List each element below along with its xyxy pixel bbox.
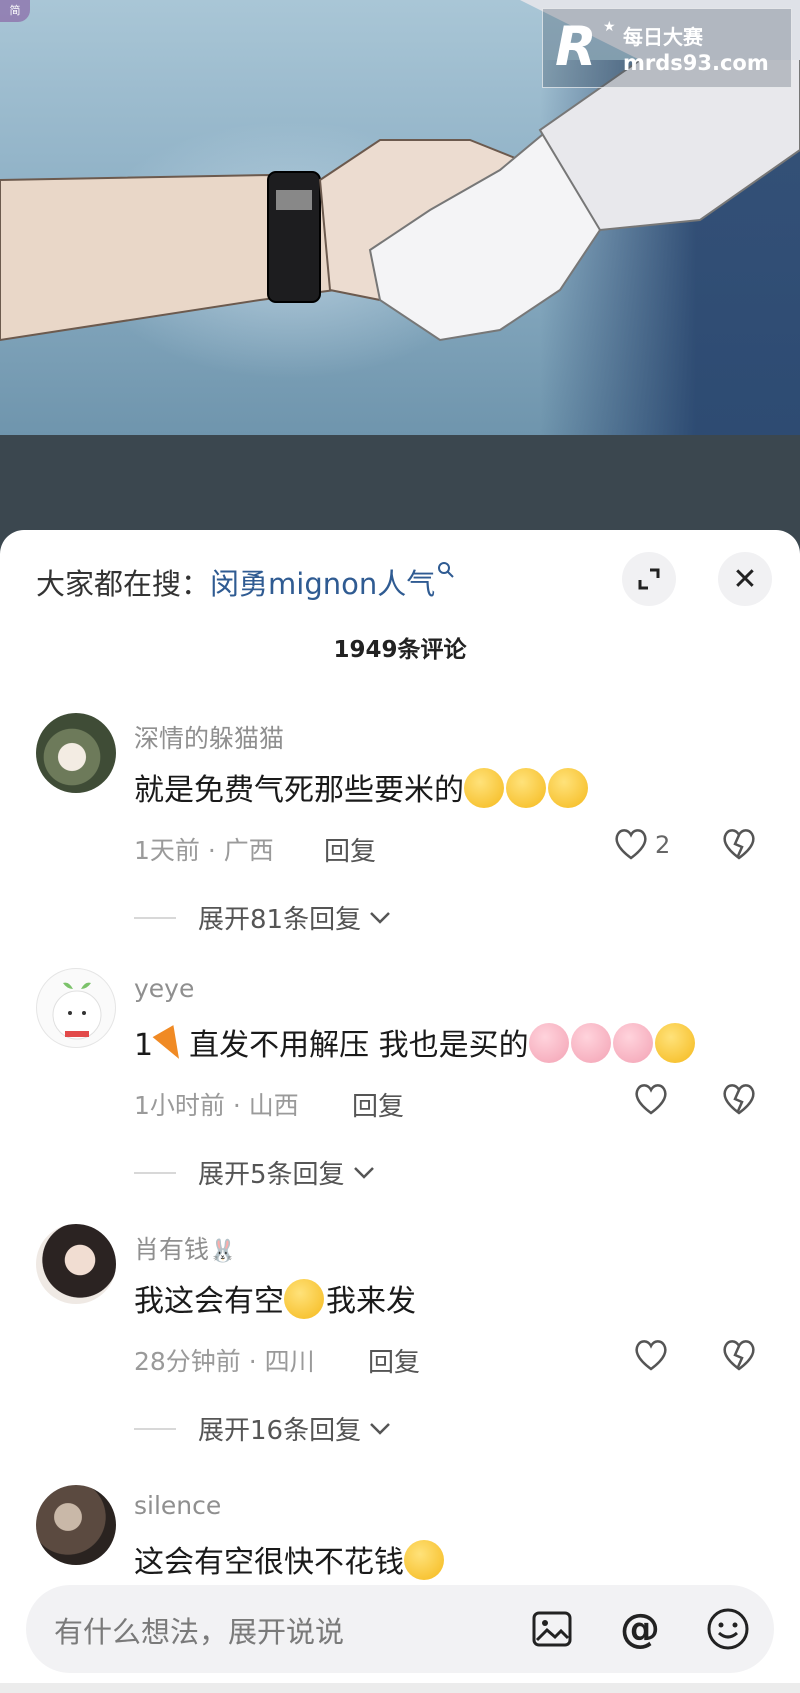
- site-watermark: R ★ 每日大赛 mrds93.com: [542, 8, 792, 88]
- comment-text-part: 1: [134, 1028, 154, 1063]
- carrot-emoji-icon: [152, 1025, 190, 1065]
- broken-heart-icon[interactable]: [720, 825, 758, 863]
- comment-text-part: 直发不用解压 我也是买的: [189, 1028, 529, 1063]
- corner-badge: 简: [0, 0, 30, 22]
- watermark-url: mrds93.com: [623, 51, 769, 75]
- comment-text: 这会有空很快不花钱: [134, 1537, 446, 1581]
- pig-emoji-icon: [570, 1023, 611, 1063]
- expand-replies-button[interactable]: 展开81条回复: [134, 899, 391, 936]
- comment-text: 我这会有空 我来发: [134, 1276, 416, 1320]
- heart-icon[interactable]: [632, 1336, 670, 1374]
- like-count: 2: [655, 831, 671, 859]
- watermark-logo: R: [555, 15, 597, 78]
- smile-emoji-icon: [548, 768, 588, 808]
- divider-line: [134, 916, 176, 919]
- expand-replies-text: 展开5条回复: [198, 1160, 345, 1190]
- broken-heart-icon[interactable]: [720, 1336, 758, 1374]
- comment-text-part: 就是免费气死那些要米的: [134, 773, 464, 808]
- blushing-emoji-icon: [284, 1279, 324, 1319]
- heart-icon[interactable]: [612, 825, 650, 863]
- comment-item: silence 这会有空很快不花钱: [0, 1485, 800, 1595]
- watermark-site-name: 每日大赛: [623, 25, 703, 49]
- close-button[interactable]: ✕: [718, 552, 772, 606]
- expand-icon: [638, 568, 660, 590]
- comment-count: 1949条评论: [333, 637, 467, 663]
- expand-replies-button[interactable]: 展开16条回复: [134, 1410, 391, 1447]
- comment-input-placeholder: 有什么想法，展开说说: [54, 1615, 345, 1649]
- comment-username[interactable]: 深情的躲猫猫: [134, 719, 284, 755]
- pig-emoji-icon: [528, 1023, 569, 1063]
- comment-sheet: 大家都在搜： 闵勇mignon人气 ✕ 1949条评论 深情的躲猫猫 就是免费气…: [0, 530, 800, 1693]
- heart-icon[interactable]: [632, 1080, 670, 1118]
- bunny-icon: 🐰: [209, 1239, 237, 1264]
- heart-eyes-emoji-icon: [404, 1540, 444, 1580]
- trending-search-link[interactable]: 闵勇mignon人气: [210, 561, 435, 603]
- smiley-icon: [707, 1608, 749, 1650]
- chevron-down-icon: [370, 911, 390, 924]
- trending-search[interactable]: 大家都在搜： 闵勇mignon人气: [36, 560, 455, 604]
- video-bottom-area: [0, 435, 800, 545]
- close-icon: ✕: [732, 561, 758, 597]
- pig-emoji-icon: [612, 1023, 653, 1063]
- reply-button[interactable]: 回复: [352, 1086, 404, 1123]
- comment-text-part: 这会有空很快不花钱: [134, 1545, 404, 1580]
- video-player[interactable]: 简 R ★ 每日大赛 mrds93.com: [0, 0, 800, 435]
- divider-line: [134, 1427, 176, 1430]
- avatar[interactable]: [36, 968, 116, 1048]
- comment-meta: 1小时前 · 山西: [134, 1091, 299, 1120]
- pleading-emoji-icon: [654, 1023, 695, 1063]
- avatar[interactable]: [36, 713, 116, 793]
- at-icon: @: [620, 1606, 660, 1652]
- comment-input[interactable]: 有什么想法，展开说说 @: [26, 1585, 774, 1673]
- search-icon: [437, 561, 455, 584]
- emoji-button[interactable]: [704, 1605, 752, 1653]
- comment-username-text: 肖有钱: [134, 1235, 210, 1264]
- comment-text: 1 直发不用解压 我也是买的: [134, 1020, 697, 1065]
- chevron-down-icon: [370, 1422, 390, 1435]
- chevron-down-icon: [353, 1166, 374, 1179]
- trending-search-prefix: 大家都在搜：: [36, 567, 211, 601]
- expand-replies-text: 展开81条回复: [198, 905, 362, 935]
- comment-meta: 28分钟前 · 四川: [134, 1347, 315, 1376]
- star-icon: ★: [603, 19, 616, 35]
- comment-username[interactable]: silence: [134, 1491, 221, 1520]
- mention-button[interactable]: @: [616, 1605, 664, 1653]
- image-button[interactable]: [528, 1605, 576, 1653]
- broken-heart-icon[interactable]: [720, 1080, 758, 1118]
- comment-username[interactable]: 肖有钱🐰: [134, 1230, 236, 1266]
- comment-username[interactable]: yeye: [134, 974, 194, 1003]
- comment-meta: 1天前 · 广西: [134, 836, 274, 865]
- avatar[interactable]: [36, 1485, 116, 1565]
- reply-button[interactable]: 回复: [368, 1342, 420, 1379]
- comment-text: 就是免费气死那些要米的: [134, 765, 590, 809]
- image-icon: [532, 1611, 572, 1647]
- comment-text-part: 我来发: [326, 1284, 416, 1319]
- comment-text-part: 我这会有空: [134, 1284, 284, 1319]
- avatar[interactable]: [36, 1224, 116, 1304]
- expand-replies-button[interactable]: 展开5条回复: [134, 1154, 375, 1191]
- smile-emoji-icon: [506, 768, 546, 808]
- divider-line: [134, 1171, 176, 1174]
- expand-button[interactable]: [622, 552, 676, 606]
- smile-emoji-icon: [464, 768, 504, 808]
- reply-button[interactable]: 回复: [324, 831, 376, 868]
- bottom-strip: [0, 1683, 800, 1693]
- expand-replies-text: 展开16条回复: [198, 1416, 362, 1446]
